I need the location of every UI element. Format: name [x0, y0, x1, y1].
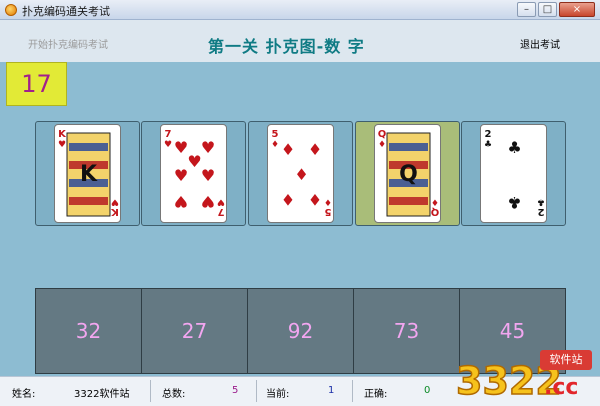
- face-card-letter: K: [80, 162, 98, 187]
- card-suit-corner: ♦: [324, 197, 332, 207]
- answer-box-1[interactable]: 32: [35, 288, 142, 374]
- status-divider: [256, 380, 257, 402]
- card-pip: ♥: [174, 138, 188, 157]
- card-suit-corner: ♦: [378, 140, 386, 150]
- card-pip: ♣: [507, 193, 521, 212]
- card-suit-corner: ♥: [217, 197, 225, 207]
- card-slot-2[interactable]: 7 ♥ 7 ♥ ♥ ♥ ♥ ♥ ♥ ♥ ♥: [141, 121, 246, 226]
- card-2[interactable]: 7 ♥ 7 ♥ ♥ ♥ ♥ ♥ ♥ ♥ ♥: [160, 124, 227, 223]
- card-pip: ♦: [308, 140, 322, 159]
- card-slot-4[interactable]: Q ♦ Q ♦ Q: [355, 121, 460, 226]
- card-rank: K: [58, 129, 67, 140]
- close-button[interactable]: ×: [559, 2, 595, 17]
- answer-box-4[interactable]: 73: [353, 288, 460, 374]
- exit-exam-button[interactable]: 退出考试: [520, 36, 560, 51]
- card-1[interactable]: K ♥ K ♥ K: [54, 124, 121, 223]
- app-icon: [5, 4, 17, 16]
- card-suit-corner: ♣: [537, 197, 545, 207]
- face-card-pattern: [69, 197, 108, 205]
- card-pip: ♥: [201, 192, 215, 211]
- current-label: 当前:: [266, 389, 290, 400]
- card-pip: ♥: [201, 166, 215, 185]
- card-pip: ♦: [294, 165, 308, 184]
- card-pip: ♥: [201, 138, 215, 157]
- card-pip: ♥: [174, 166, 188, 185]
- window-title: 扑克编码通关考试: [22, 5, 110, 18]
- card-suit-corner: ♥: [164, 140, 172, 150]
- card-pip: ♦: [281, 140, 295, 159]
- watermark-suffix: .cc: [544, 375, 578, 400]
- minimize-button[interactable]: –: [517, 2, 536, 17]
- answer-box-2[interactable]: 27: [141, 288, 248, 374]
- face-card-pattern: [69, 143, 108, 151]
- face-card-letter: Q: [399, 162, 418, 187]
- window-titlebar: 扑克编码通关考试 – □ ×: [0, 0, 600, 20]
- card-suit-corner: ♦: [431, 197, 439, 207]
- face-card-pattern: [389, 197, 428, 205]
- maximize-button[interactable]: □: [538, 2, 557, 17]
- card-slot-5[interactable]: 2 ♣ 2 ♣ ♣ ♣: [461, 121, 566, 226]
- card-rank: Q: [378, 129, 387, 140]
- correct-value: 0: [424, 385, 431, 396]
- card-pip: ♦: [281, 190, 295, 209]
- name-label: 姓名:: [12, 389, 36, 400]
- card-rank: 5: [272, 129, 279, 140]
- card-pip: ♦: [308, 190, 322, 209]
- card-4[interactable]: Q ♦ Q ♦ Q: [374, 124, 441, 223]
- card-suit-corner: ♦: [271, 140, 279, 150]
- stage-title: 第一关 扑克图-数 字: [208, 37, 365, 56]
- card-rank: 2: [485, 129, 492, 140]
- name-value: 3322软件站: [74, 389, 130, 400]
- card-pip: ♥: [187, 152, 201, 171]
- card-pip: ♥: [174, 192, 188, 211]
- status-divider: [150, 380, 151, 402]
- correct-label: 正确:: [364, 389, 388, 400]
- card-suit-corner: ♣: [484, 140, 492, 150]
- countdown-counter: 17: [6, 62, 67, 106]
- total-value: 5: [232, 385, 239, 396]
- card-pip: ♣: [507, 138, 521, 157]
- card-3[interactable]: 5 ♦ 5 ♦ ♦ ♦ ♦ ♦ ♦: [267, 124, 334, 223]
- header-bar: 开始扑克编码考试 第一关 扑克图-数 字 退出考试: [0, 20, 600, 62]
- face-card-pattern: [389, 143, 428, 151]
- card-rank: 7: [165, 129, 172, 140]
- current-value: 1: [328, 385, 335, 396]
- watermark-badge: 软件站: [540, 350, 592, 370]
- status-divider: [352, 380, 353, 402]
- answer-box-3[interactable]: 92: [247, 288, 354, 374]
- total-label: 总数:: [162, 389, 186, 400]
- card-suit-corner: ♥: [58, 140, 66, 150]
- start-exam-button[interactable]: 开始扑克编码考试: [28, 36, 108, 51]
- card-slot-3[interactable]: 5 ♦ 5 ♦ ♦ ♦ ♦ ♦ ♦: [248, 121, 353, 226]
- card-slot-1[interactable]: K ♥ K ♥ K: [35, 121, 140, 226]
- card-suit-corner: ♥: [111, 197, 119, 207]
- card-5[interactable]: 2 ♣ 2 ♣ ♣ ♣: [480, 124, 547, 223]
